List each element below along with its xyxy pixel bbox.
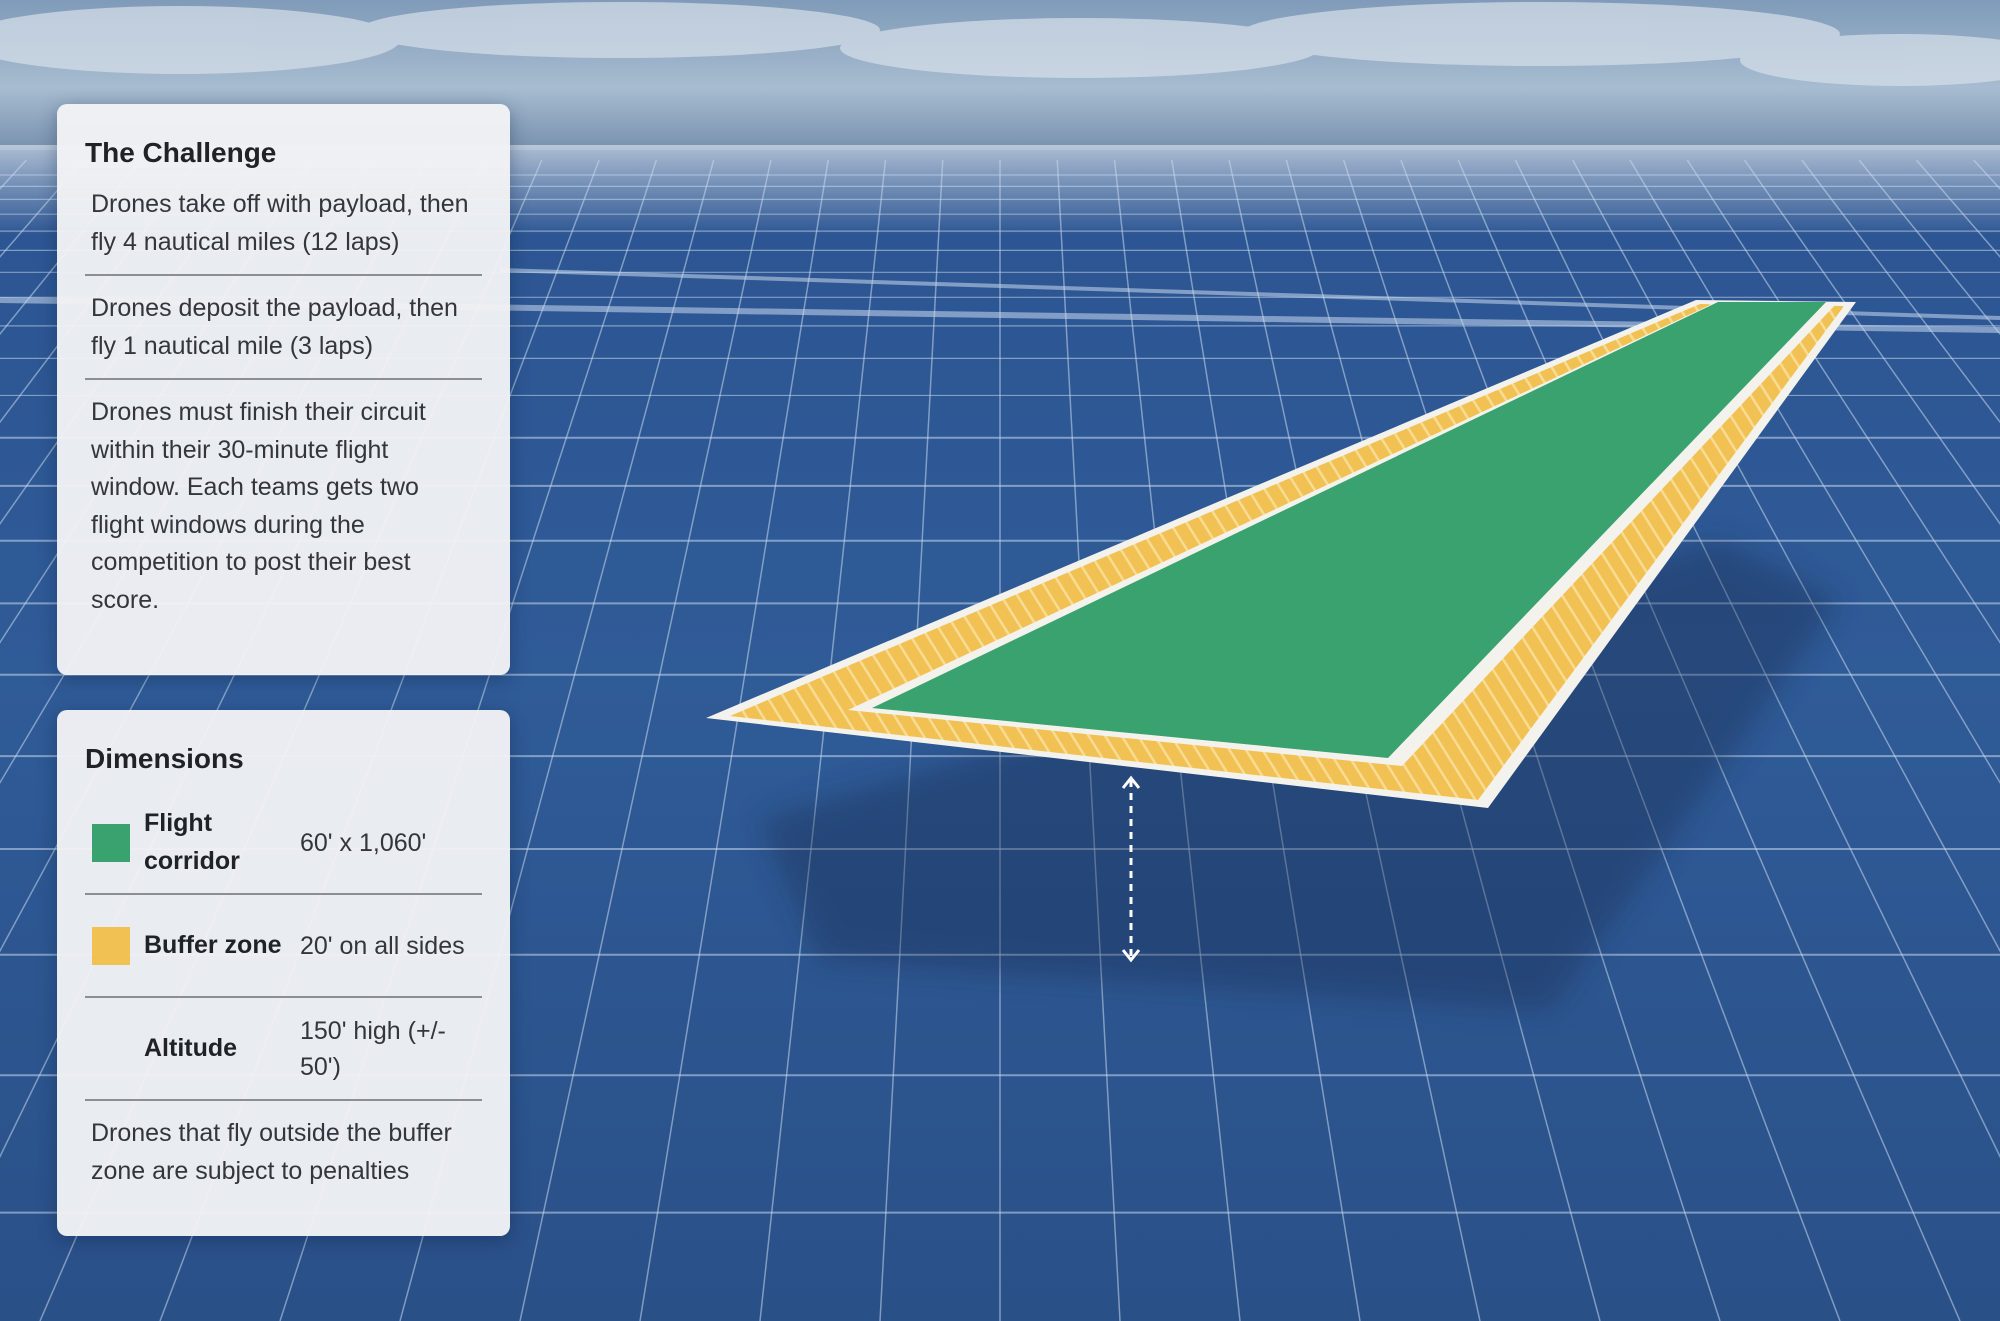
challenge-title: The Challenge xyxy=(85,137,277,168)
dimension-row-buffer-zone: Buffer zone 20' on all sides xyxy=(85,895,482,998)
challenge-item-deposit: Drones deposit the payload, then fly 1 n… xyxy=(85,290,482,380)
flight-corridor-label: Flight corridor xyxy=(144,809,240,875)
penalty-note: Drones that fly outside the buffer zone … xyxy=(91,1119,452,1185)
buffer-zone-label: Buffer zone xyxy=(144,930,282,959)
altitude-value: 150' high (+/- 50') xyxy=(300,1016,446,1081)
buffer-zone-swatch xyxy=(92,926,130,965)
flight-corridor-value: 60' x 1,060' xyxy=(300,828,427,857)
challenge-item-flight-window: Drones must finish their circuit within … xyxy=(91,398,426,614)
challenge-item-takeoff: Drones take off with payload, then fly 4… xyxy=(85,186,482,276)
buffer-zone-value: 20' on all sides xyxy=(300,931,465,960)
dimensions-panel: Dimensions Flight corridor 60' x 1,060' … xyxy=(57,710,510,1236)
altitude-swatch xyxy=(92,1030,130,1068)
challenge-panel: The Challenge Drones take off with paylo… xyxy=(57,104,510,675)
dimension-row-flight-corridor: Flight corridor 60' x 1,060' xyxy=(85,792,482,895)
flight-corridor-swatch xyxy=(92,823,130,862)
dimension-row-altitude: Altitude 150' high (+/- 50') xyxy=(85,998,482,1101)
altitude-label: Altitude xyxy=(144,1033,238,1062)
dimensions-title: Dimensions xyxy=(85,743,244,774)
